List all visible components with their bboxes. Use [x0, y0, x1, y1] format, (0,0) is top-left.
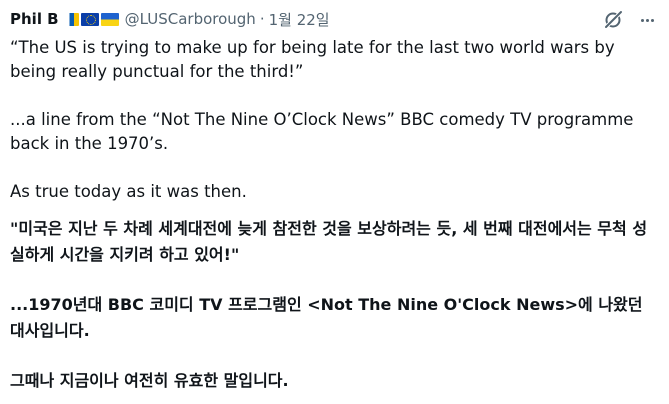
tweet-text: “The US is trying to make up for being l…	[10, 36, 650, 204]
grok-icon[interactable]	[602, 9, 624, 31]
ukraine-flag-icon	[100, 12, 119, 26]
translation-text: "미국은 지난 두 차례 세계대전에 늦게 참전한 것을 보상하려는 듯, 세 …	[10, 216, 660, 394]
user-handle[interactable]: @LUSCarborough	[125, 10, 256, 28]
canary-islands-flag-icon	[64, 12, 79, 26]
tweet-quote: “The US is trying to make up for being l…	[10, 38, 615, 81]
translation-quote: "미국은 지난 두 차례 세계대전에 늦게 참전한 것을 보상하려는 듯, 세 …	[10, 219, 648, 264]
more-icon[interactable]	[636, 9, 658, 31]
translation-closing-line: 그때나 지금이나 여전히 유효한 말입니다.	[10, 371, 289, 390]
translation-source-line: ...1970년대 BBC 코미디 TV 프로그램인 <Not The Nine…	[10, 295, 643, 340]
tweet-closing-line: As true today as it was then.	[10, 182, 247, 201]
eu-flag-icon	[80, 12, 99, 26]
display-name[interactable]: Phil B	[10, 10, 59, 28]
tweet-date[interactable]: 1월 22일	[269, 9, 330, 30]
separator: ·	[259, 10, 265, 28]
tweet-source-line: ...a line from the “Not The Nine O’Clock…	[10, 110, 634, 153]
tweet: Phil B @LUSCarborough · 1월 22일 “The US i…	[10, 0, 660, 404]
tweet-header: Phil B @LUSCarborough · 1월 22일	[10, 6, 660, 32]
